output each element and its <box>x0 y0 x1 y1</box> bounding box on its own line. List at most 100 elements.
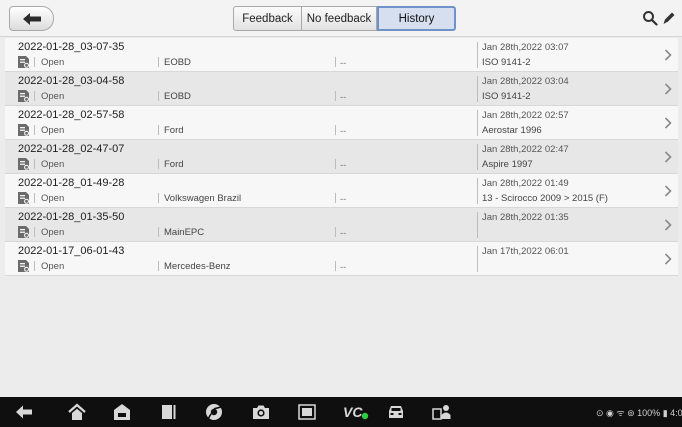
record-date: Jan 28th,2022 03:07 <box>482 42 569 53</box>
record-status: Open <box>41 159 65 170</box>
system-navigation-bar: VC ⊙ ◉ ᯤ ⊚ 100% ▮ 4:00 <box>0 397 682 427</box>
browser-icon[interactable] <box>204 402 224 422</box>
battery-level: 100% <box>637 408 661 418</box>
divider <box>477 42 478 68</box>
chevron-right-icon[interactable] <box>663 117 673 129</box>
car-icon[interactable] <box>386 402 406 422</box>
vehicle-description: Aspire 1997 <box>482 159 533 170</box>
report-file-icon <box>18 158 29 170</box>
record-date: Jan 28th,2022 02:57 <box>482 110 569 121</box>
back-button[interactable] <box>9 6 54 31</box>
history-row[interactable]: 2022-01-17_06-01-43 Open Mercedes-Benz -- Ja… <box>5 242 678 276</box>
vci-connected-dot <box>361 412 369 420</box>
divider <box>34 193 35 203</box>
record-status: Open <box>41 57 65 68</box>
history-row[interactable]: 2022-01-28_03-04-58 Open EOBD -- Jan 28th,20… <box>5 72 678 106</box>
chevron-right-icon[interactable] <box>663 253 673 265</box>
divider <box>34 91 35 101</box>
report-file-icon <box>18 90 29 102</box>
placeholder-value: -- <box>340 160 347 171</box>
placeholder-value: -- <box>340 262 347 273</box>
record-title: 2022-01-28_02-47-07 <box>18 143 125 155</box>
record-date: Jan 28th,2022 01:49 <box>482 178 569 189</box>
report-file-icon <box>18 124 29 136</box>
divider <box>158 91 159 101</box>
divider <box>158 227 159 237</box>
record-title: 2022-01-28_01-49-28 <box>18 177 125 189</box>
history-row[interactable]: 2022-01-28_03-07-35 Open EOBD -- Jan 28th,20… <box>5 38 678 72</box>
record-title: 2022-01-28_03-04-58 <box>18 75 125 87</box>
history-row[interactable]: 2022-01-28_01-49-28 Open Volkswagen Brazil… <box>5 174 678 208</box>
filter-tabs: Feedback No feedback History <box>233 6 456 31</box>
top-toolbar: Feedback No feedback History <box>0 0 682 37</box>
placeholder-value: -- <box>340 92 347 103</box>
back-icon[interactable] <box>14 402 34 422</box>
divider <box>335 261 336 271</box>
screenshot-icon[interactable] <box>297 402 317 422</box>
report-file-icon <box>18 56 29 68</box>
chevron-right-icon[interactable] <box>663 83 673 95</box>
history-row[interactable]: 2022-01-28_02-57-58 Open Ford -- Jan 28th,20… <box>5 106 678 140</box>
vehicle-description: 13 - Scirocco 2009 > 2015 (F) <box>482 193 608 204</box>
placeholder-value: -- <box>340 228 347 239</box>
divider <box>158 261 159 271</box>
divider <box>477 144 478 170</box>
recent-apps-icon[interactable] <box>158 402 178 422</box>
divider <box>335 91 336 101</box>
record-status: Open <box>41 193 65 204</box>
chevron-right-icon[interactable] <box>663 49 673 61</box>
divider <box>477 76 478 102</box>
vci-label: VC <box>343 404 363 420</box>
report-file-icon <box>18 192 29 204</box>
search-icon[interactable] <box>642 10 658 26</box>
tab-no-feedback[interactable]: No feedback <box>302 6 377 31</box>
status-indicators: ⊙ ◉ ᯤ ⊚ 100% ▮ 4:00 <box>596 406 682 419</box>
tab-feedback[interactable]: Feedback <box>233 6 302 31</box>
home-icon[interactable] <box>67 402 87 422</box>
divider <box>477 212 478 238</box>
report-file-icon <box>18 260 29 272</box>
divider <box>335 159 336 169</box>
placeholder-value: -- <box>340 126 347 137</box>
remote-support-icon[interactable] <box>432 402 452 422</box>
divider <box>34 57 35 67</box>
divider <box>158 159 159 169</box>
divider <box>158 57 159 67</box>
main-menu-icon[interactable] <box>112 402 132 422</box>
record-title: 2022-01-17_06-01-43 <box>18 245 125 257</box>
record-title: 2022-01-28_02-57-58 <box>18 109 125 121</box>
report-file-icon <box>18 226 29 238</box>
divider <box>335 57 336 67</box>
record-status: Open <box>41 125 65 136</box>
diagnostic-history-screen: Feedback No feedback History 2022-01-28_… <box>0 0 682 427</box>
vehicle-make: Mercedes-Benz <box>164 261 231 272</box>
divider <box>158 193 159 203</box>
divider <box>335 125 336 135</box>
back-arrow-icon <box>22 12 41 25</box>
history-row[interactable]: 2022-01-28_02-47-07 Open Ford -- Jan 28th,20… <box>5 140 678 174</box>
camera-icon[interactable] <box>251 402 271 422</box>
record-date: Jan 28th,2022 01:35 <box>482 212 569 223</box>
record-title: 2022-01-28_03-07-35 <box>18 41 125 53</box>
signal-icons: ⊙ ◉ ᯤ ⊚ <box>596 408 638 418</box>
chevron-right-icon[interactable] <box>663 185 673 197</box>
battery-icon: ▮ <box>660 408 671 418</box>
history-row[interactable]: 2022-01-28_01-35-50 Open MainEPC -- Jan 28th… <box>5 208 678 242</box>
record-status: Open <box>41 261 65 272</box>
record-date: Jan 28th,2022 03:04 <box>482 76 569 87</box>
edit-pencil-icon[interactable] <box>661 10 677 26</box>
vehicle-make: EOBD <box>164 57 191 68</box>
history-list: 2022-01-28_03-07-35 Open EOBD -- Jan 28th,20… <box>5 38 678 276</box>
chevron-right-icon[interactable] <box>663 219 673 231</box>
chevron-right-icon[interactable] <box>663 151 673 163</box>
vci-status-icon[interactable]: VC <box>343 402 369 422</box>
divider <box>34 227 35 237</box>
vehicle-make: Volkswagen Brazil <box>164 193 242 204</box>
divider <box>158 125 159 135</box>
divider <box>34 261 35 271</box>
tab-history[interactable]: History <box>377 6 456 31</box>
placeholder-value: -- <box>340 194 347 205</box>
divider <box>335 227 336 237</box>
vehicle-description: Aerostar 1996 <box>482 125 542 136</box>
divider <box>34 159 35 169</box>
